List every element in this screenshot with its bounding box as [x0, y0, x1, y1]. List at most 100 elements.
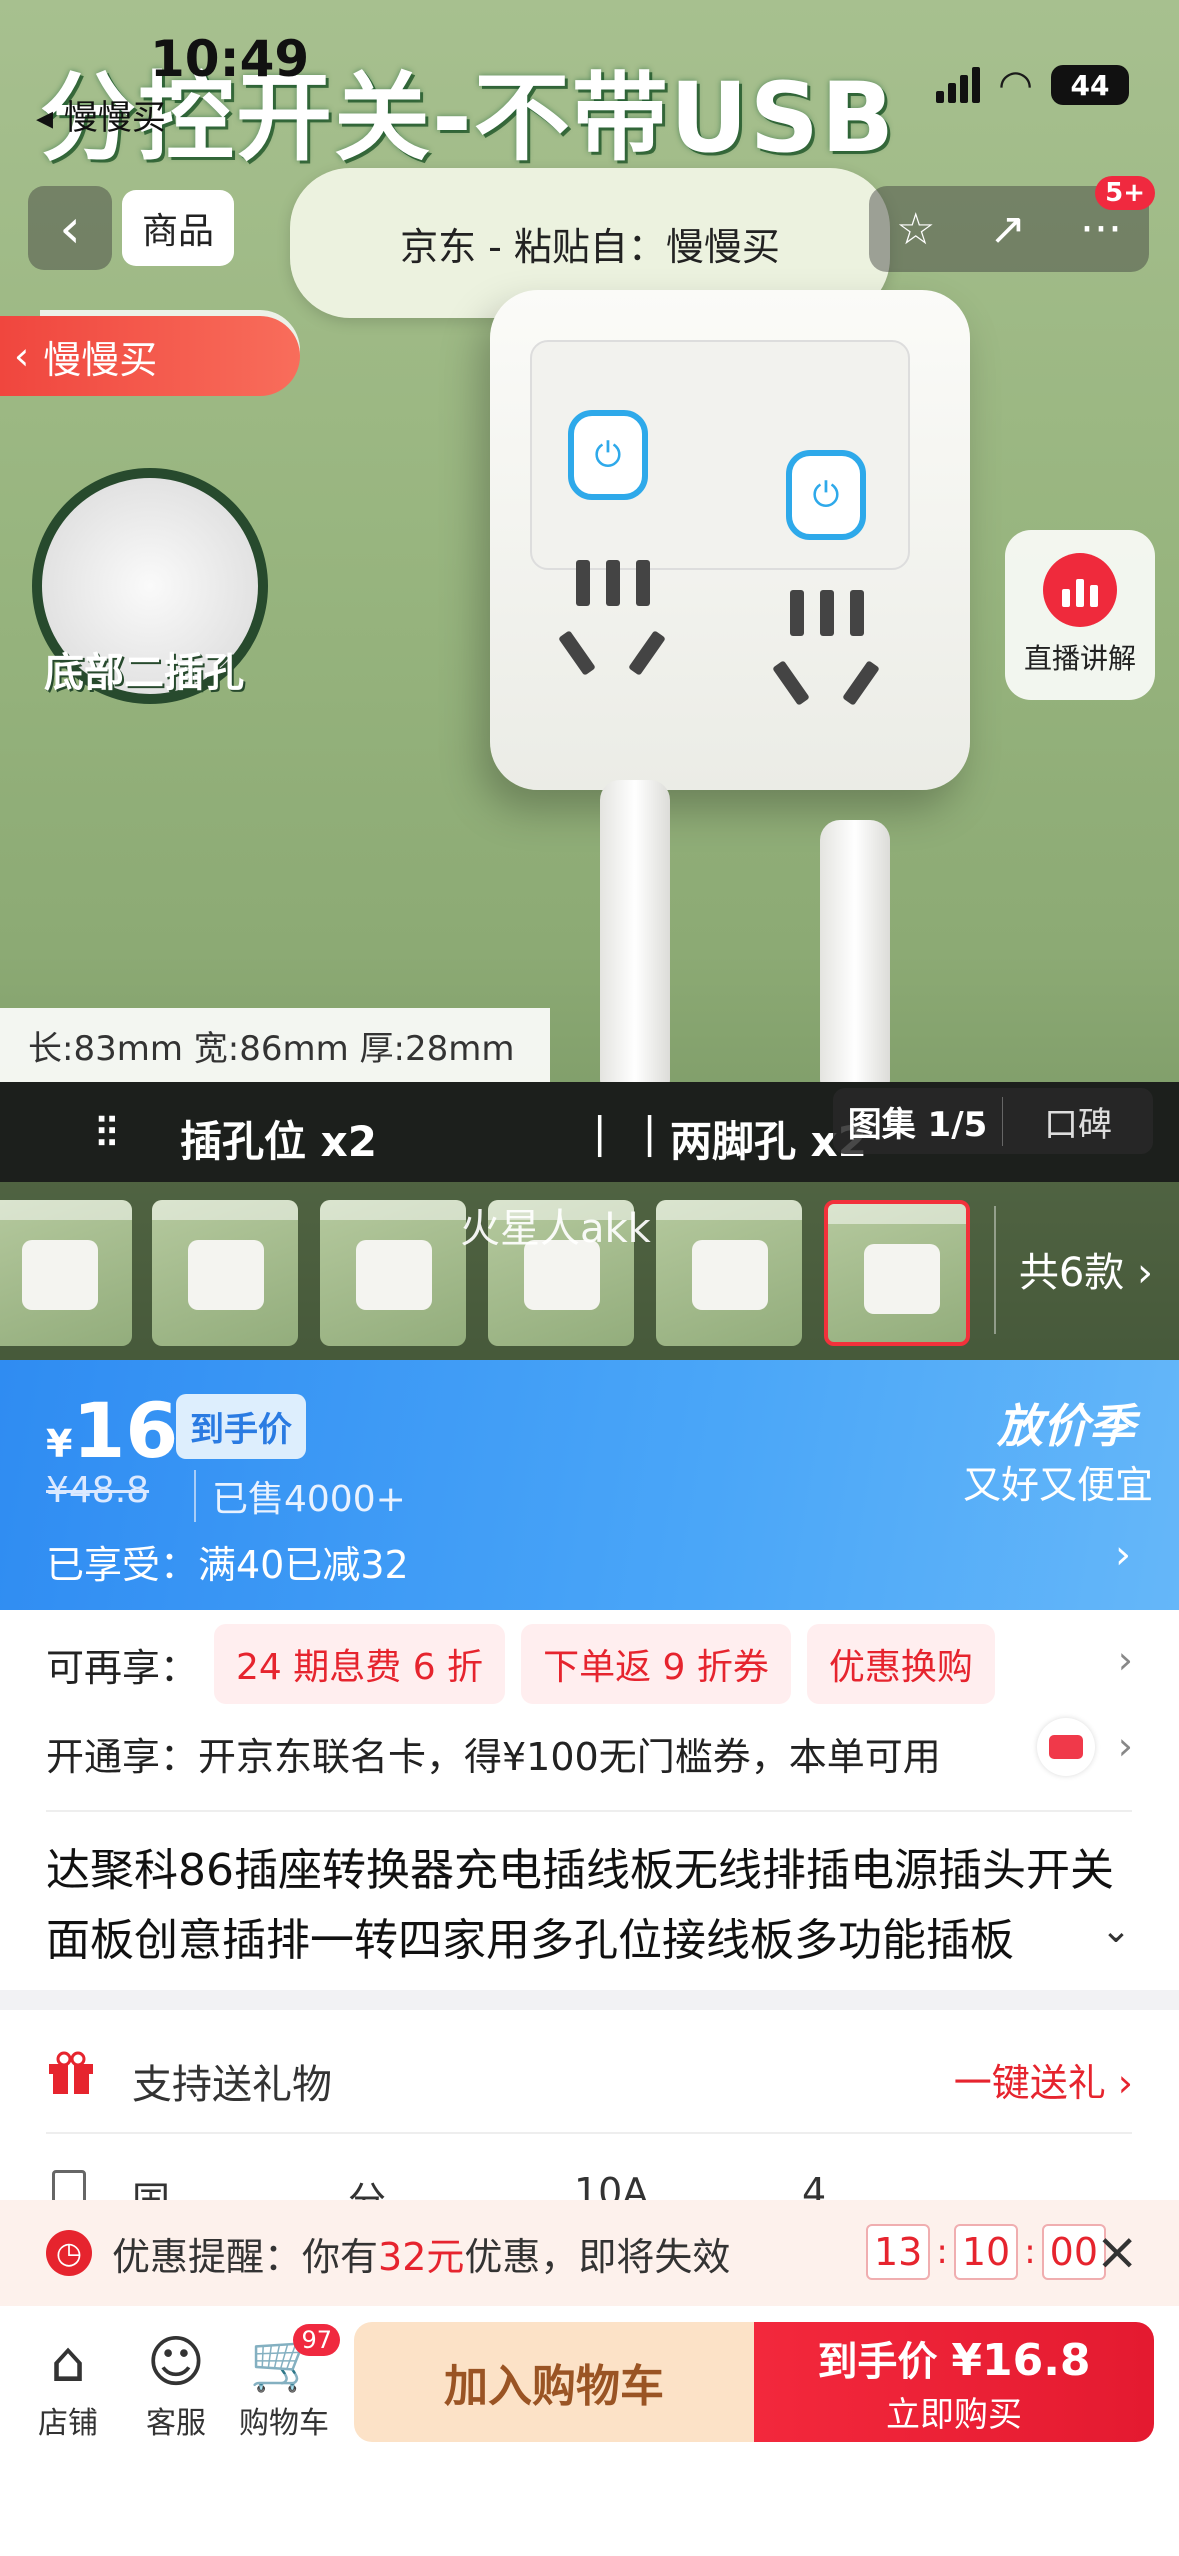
star-icon[interactable]: ☆	[896, 204, 935, 255]
clock-icon: ◷	[46, 2230, 92, 2276]
socket-pin	[606, 560, 620, 606]
reminder-text: 优惠提醒：你有32元优惠，即将失效	[112, 2226, 730, 2281]
status-back-app[interactable]: ◂ 慢慢买	[36, 90, 166, 139]
price-symbol: ¥	[46, 1422, 73, 1466]
battery-icon: 44	[1051, 65, 1129, 105]
chevron-left-icon: ‹	[14, 334, 30, 378]
style-count-link[interactable]: 共6款 ›	[1019, 1240, 1153, 1298]
chat-icon: ☺	[146, 2330, 206, 2395]
countdown-separator: :	[936, 2232, 948, 2272]
cable-right	[820, 820, 890, 1100]
price-banner[interactable]: ¥ 16 .8 到手价 ¥48.8 已售4000+ 已享受：满40已减32 放价…	[0, 1360, 1179, 1610]
sold-count: 已售4000+	[194, 1470, 406, 1522]
gift-icon	[49, 2051, 93, 2094]
store-label: 店铺	[38, 2406, 98, 2441]
chevron-right-icon[interactable]: ›	[1118, 1724, 1133, 1768]
style-thumbnail-selected[interactable]	[824, 1200, 970, 1346]
reminder-amount: 32元	[378, 2234, 465, 2279]
socket-pin	[820, 590, 834, 636]
buy-price-line: 到手价 ¥16.8	[817, 2329, 1090, 2387]
countdown-hours: 13	[866, 2224, 931, 2280]
live-icon	[1043, 553, 1117, 627]
cart-badge: 97	[293, 2324, 340, 2356]
countdown-separator: :	[1024, 2232, 1036, 2272]
chevron-right-icon[interactable]: ›	[1118, 1638, 1133, 1682]
chevron-down-icon[interactable]: ⌄	[1101, 1910, 1131, 1951]
product-title: 达聚科86插座转换器充电插线板无线排插电源插头开关面板创意插排一转四家用多孔位接…	[46, 1845, 1114, 1966]
dimensions-label: 长:83mm 宽:86mm 厚:28mm	[0, 1008, 550, 1082]
product-image: ⏻ ⏻	[490, 290, 970, 790]
divider	[46, 1810, 1132, 1812]
countdown-minutes: 10	[953, 2224, 1019, 2280]
gallery-counter[interactable]: 图集 1/5 口碑	[833, 1088, 1153, 1154]
divider	[46, 2132, 1132, 2134]
back-button[interactable]: ‹	[28, 186, 112, 270]
discount-info: 已享受：满40已减32	[46, 1543, 409, 1587]
extra-offers-label: 可再享：	[46, 1645, 199, 1690]
offer-chip-coupon[interactable]: 下单返 9 折券	[521, 1624, 791, 1704]
price-integer: 16	[72, 1386, 179, 1475]
socket-pin	[576, 560, 590, 606]
nav-left-group: ‹ 商品	[28, 186, 288, 270]
plug-caption: 底部二插孔	[44, 650, 244, 696]
socket-pin	[842, 660, 880, 706]
two-pin-icon: ❘ ❘	[582, 1108, 668, 1157]
add-to-cart-button[interactable]: 加入购物车	[354, 2322, 754, 2442]
cart-button[interactable]: 🛒 购物车 97	[234, 2324, 340, 2442]
campaign-subtitle: 又好又便宜	[962, 1463, 1153, 1507]
campaign-title: 放价季	[997, 1399, 1135, 1453]
chevron-right-icon[interactable]: ›	[1115, 1532, 1131, 1578]
store-button[interactable]: ⌂ 店铺	[18, 2328, 118, 2442]
socket-pin	[850, 590, 864, 636]
style-thumbnail[interactable]	[656, 1200, 802, 1346]
reminder-prefix: 优惠提醒：你有	[112, 2234, 379, 2279]
share-icon[interactable]: ↗	[989, 204, 1026, 255]
style-thumbnail[interactable]	[0, 1200, 132, 1346]
power-switch-icon: ⏻	[786, 450, 866, 540]
store-icon: ⌂	[50, 2330, 86, 2395]
three-pin-icon: ⫶⫶	[96, 1108, 118, 1157]
status-icons: ◠ 44	[936, 62, 1129, 108]
nav-right-group: ☆ ↗ ··· 5+	[869, 176, 1155, 272]
socket-pin	[636, 560, 650, 606]
offers-section: 可再享： 24 期息费 6 折 下单返 9 折券 优惠换购 › 开通享：开京东联…	[0, 1610, 1179, 1990]
chevron-right-icon: ›	[1137, 1250, 1153, 1296]
original-price: ¥48.8	[46, 1470, 150, 1511]
tab-product[interactable]: 商品	[122, 190, 235, 266]
discount-reminder[interactable]: ◷ 优惠提醒：你有32元优惠，即将失效 13 : 10 : 00 ×	[0, 2200, 1179, 2306]
customer-service-label: 客服	[146, 2406, 206, 2441]
live-explain-button[interactable]: 直播讲解	[1005, 530, 1155, 700]
gallery-reviews-tab[interactable]: 口碑	[1003, 1097, 1153, 1146]
source-app-label: 慢慢买	[43, 337, 158, 382]
feature-sockets: 插孔位 x2	[180, 1117, 377, 1166]
style-thumbnail[interactable]	[152, 1200, 298, 1346]
buy-now-button[interactable]: 到手价 ¥16.8 立即购买	[754, 2322, 1154, 2442]
gift-support-label: 支持送礼物	[132, 2062, 332, 2108]
style-count-label: 共6款	[1018, 1250, 1125, 1296]
source-app-pill[interactable]: ‹ 慢慢买	[0, 316, 300, 396]
message-badge: 5+	[1095, 176, 1155, 210]
status-time: 10:49	[150, 30, 310, 88]
socket-pin	[558, 630, 596, 676]
offer-chip-installment[interactable]: 24 期息费 6 折	[214, 1624, 506, 1704]
cable-left	[600, 780, 670, 1100]
socket-pin	[628, 630, 666, 676]
send-gift-button[interactable]: 一键送礼 ›	[954, 2052, 1133, 2107]
buy-now-label: 立即购买	[886, 2394, 1022, 2435]
thumb-divider	[994, 1206, 996, 1334]
product-gallery[interactable]: 分控开关-不带USB 10:49 ◂ 慢慢买 ◠ 44 ‹ 商品 京东 - 粘贴…	[0, 0, 1179, 1360]
extra-offers-row[interactable]: 可再享： 24 期息费 6 折 下单返 9 折券 优惠换购	[46, 1624, 995, 1704]
bottom-action-bar: ⌂ 店铺 ☺ 客服 🛒 购物车 97 加入购物车 到手价 ¥16.8 立即购买	[0, 2306, 1179, 2556]
offer-chip-tradein[interactable]: 优惠换购	[806, 1624, 995, 1704]
credit-card-offer[interactable]: 开通享：开京东联名卡，得¥100无门槛券，本单可用	[46, 1726, 941, 1781]
close-icon[interactable]: ×	[1095, 2222, 1139, 2282]
chevron-left-icon: ‹	[59, 196, 81, 260]
buy-price-label: 到手价	[817, 2338, 938, 2385]
more-icon[interactable]: ···	[1080, 204, 1122, 255]
watermark: 火星人akk	[460, 1206, 651, 1252]
style-thumbnail[interactable]	[320, 1200, 466, 1346]
service-section: 支持送礼物 一键送礼 › 国标 分控 10A 4孔	[0, 2010, 1179, 2278]
customer-service-button[interactable]: ☺ 客服	[126, 2328, 226, 2442]
credit-card-icon	[1037, 1718, 1095, 1776]
gallery-album-tab[interactable]: 图集 1/5	[833, 1096, 1003, 1146]
